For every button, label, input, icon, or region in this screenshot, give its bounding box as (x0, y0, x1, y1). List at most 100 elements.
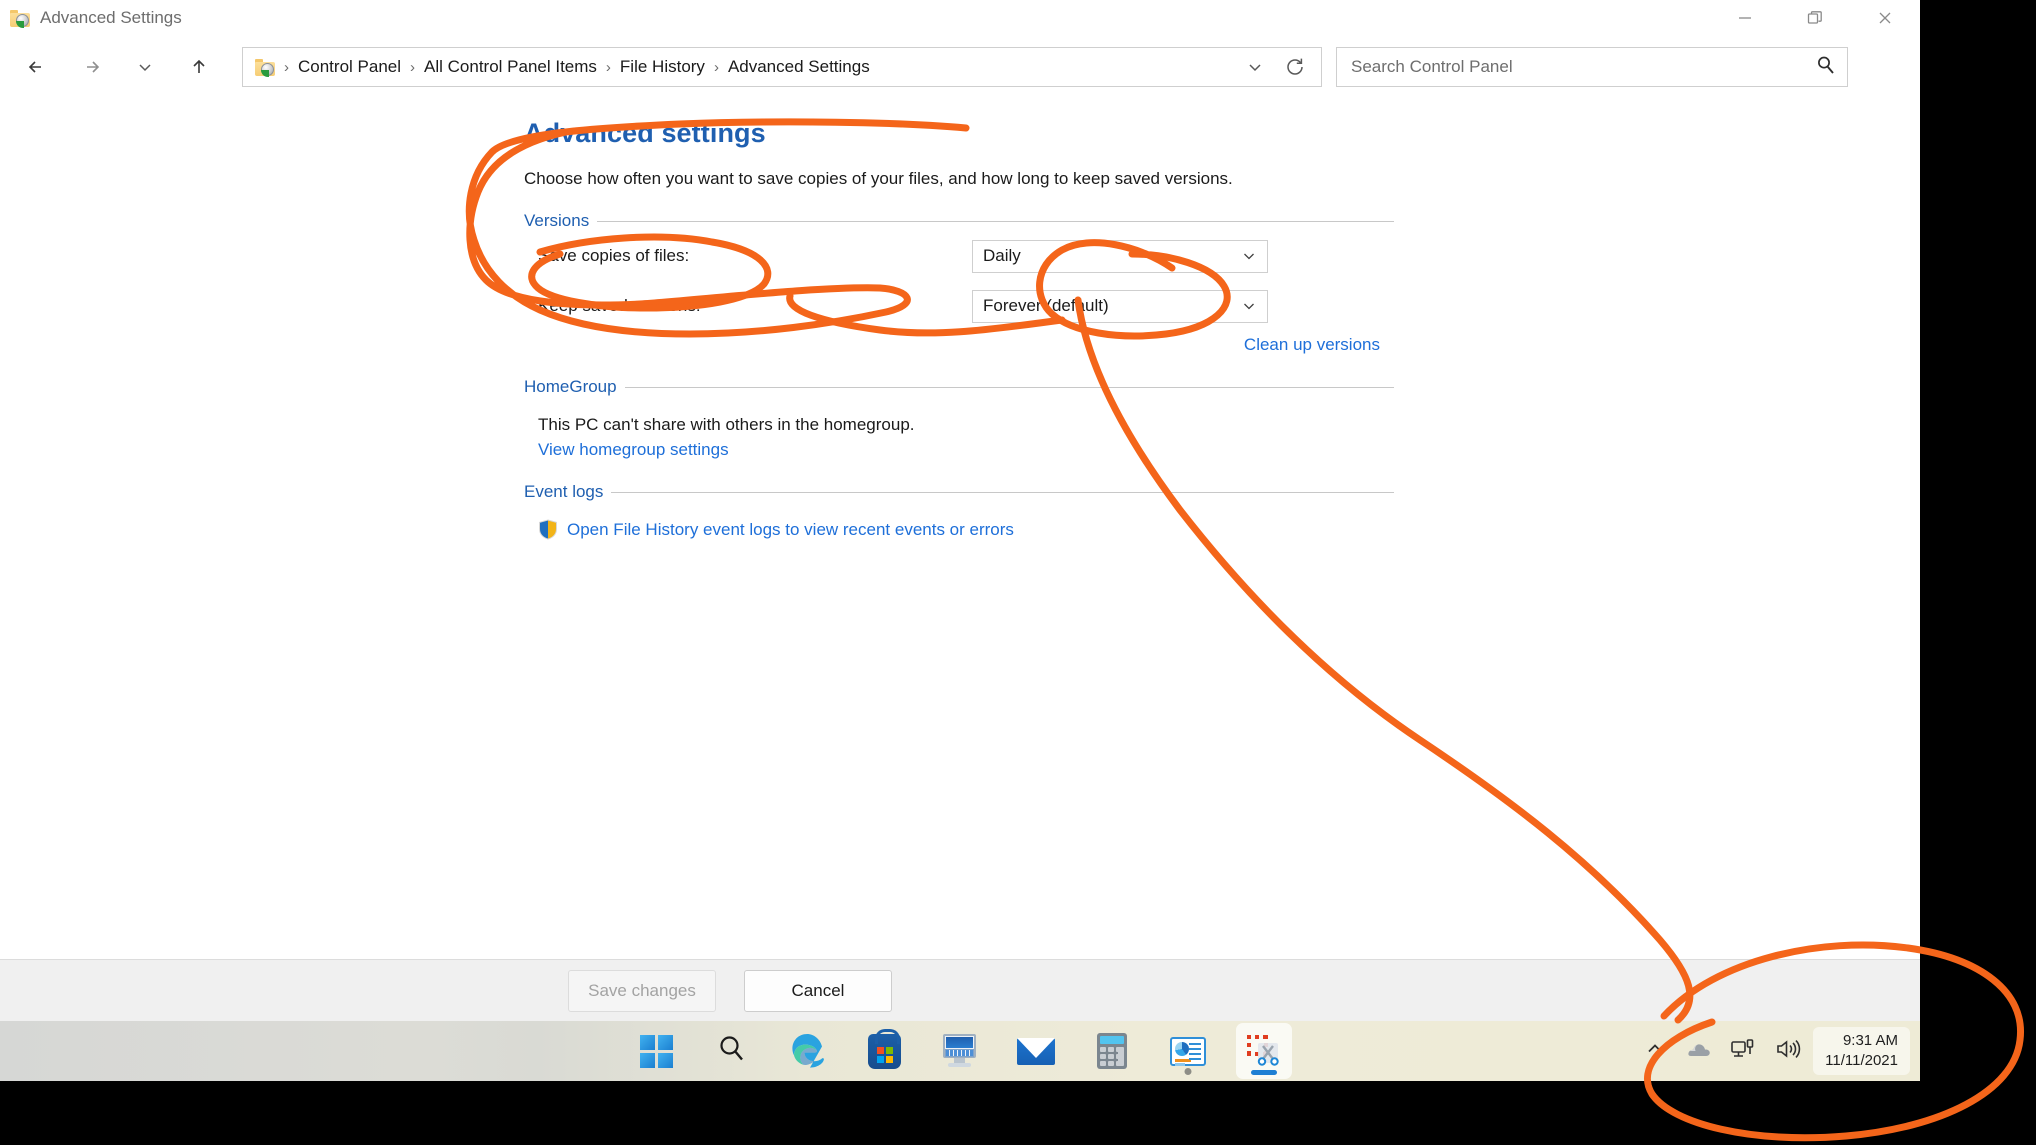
clock-date: 11/11/2021 (1825, 1052, 1898, 1069)
snipping-tool-icon (1246, 1033, 1282, 1069)
taskbar-item-snipping-tool[interactable] (1236, 1023, 1292, 1079)
navigation-toolbar: › Control Panel › All Control Panel Item… (0, 36, 1920, 98)
restore-icon (1807, 11, 1822, 24)
open-file-history-event-logs-link[interactable]: Open File History event logs to view rec… (567, 520, 1014, 540)
homegroup-group-label: HomeGroup (524, 377, 617, 396)
keep-saved-versions-value: Forever (default) (983, 296, 1109, 315)
chevron-down-icon (139, 64, 151, 72)
forward-arrow-icon (87, 61, 100, 73)
folder-settings-icon (255, 58, 276, 77)
close-icon (1879, 12, 1891, 24)
clean-up-versions-link[interactable]: Clean up versions (1244, 335, 1380, 355)
view-homegroup-settings-link[interactable]: View homegroup settings (538, 440, 729, 459)
chevron-down-icon (1249, 64, 1261, 72)
taskbar: 9:31 AM 11/11/2021 (0, 1021, 1920, 1081)
cleanup-versions-row: Clean up versions (524, 335, 1394, 355)
address-bar[interactable]: › Control Panel › All Control Panel Item… (242, 47, 1322, 87)
search-icon (715, 1032, 749, 1071)
keep-saved-versions-label: Keep saved versions: (538, 296, 701, 315)
breadcrumb-item-all-control-panel-items[interactable]: All Control Panel Items (417, 54, 604, 80)
minimize-icon (1739, 17, 1751, 19)
edge-browser-icon (789, 1030, 827, 1073)
breadcrumb-separator: › (284, 58, 289, 76)
taskbar-item-remote-desktop[interactable] (932, 1023, 988, 1079)
previous-locations-button[interactable] (1235, 49, 1275, 85)
window-titlebar[interactable]: Advanced Settings (0, 0, 1920, 36)
refresh-button[interactable] (1275, 49, 1315, 85)
versions-group: Versions Save copies of files: Daily Kee… (524, 211, 1394, 355)
remote-desktop-icon (941, 1034, 979, 1068)
taskbar-item-search[interactable] (704, 1023, 760, 1079)
taskbar-item-dashboard[interactable] (1160, 1023, 1216, 1079)
keep-saved-versions-dropdown[interactable]: Forever (default) (972, 289, 1268, 323)
recent-locations-button[interactable] (124, 46, 166, 88)
search-icon[interactable] (1815, 54, 1837, 81)
back-button[interactable] (16, 46, 58, 88)
page-title: Advanced settings (524, 118, 766, 148)
advanced-settings-window: Advanced Settings › Control Panel › All … (0, 0, 1920, 1021)
breadcrumb-separator: › (410, 58, 416, 76)
running-indicator (1184, 1068, 1192, 1075)
group-divider (597, 220, 1394, 222)
save-copies-label: Save copies of files: (538, 246, 690, 265)
minimize-button[interactable] (1710, 0, 1780, 36)
up-arrow-icon (193, 59, 205, 73)
window-title: Advanced Settings (40, 8, 182, 27)
window-title-group: Advanced Settings (10, 0, 182, 36)
chevron-down-icon (1241, 298, 1257, 314)
taskbar-item-calculator[interactable] (1084, 1023, 1140, 1079)
taskbar-clock[interactable]: 9:31 AM 11/11/2021 (1813, 1027, 1910, 1075)
search-input[interactable] (1351, 57, 1815, 77)
cancel-button[interactable]: Cancel (744, 969, 892, 1012)
breadcrumb: › Control Panel › All Control Panel Item… (255, 54, 1235, 80)
event-logs-link-row: Open File History event logs to view rec… (524, 519, 1394, 540)
page-description: Choose how often you want to save copies… (524, 169, 1233, 188)
tray-volume-button[interactable] (1767, 1029, 1809, 1073)
content-area: Advanced settings Choose how often you w… (0, 98, 1920, 959)
search-box[interactable] (1336, 47, 1848, 87)
taskbar-apps (0, 1021, 1920, 1081)
up-button[interactable] (178, 46, 220, 88)
taskbar-item-start[interactable] (628, 1023, 684, 1079)
advanced-settings-panel: Advanced settings Choose how often you w… (524, 98, 1394, 540)
homegroup-status-text: This PC can't share with others in the h… (538, 415, 915, 434)
homegroup-link-row: View homegroup settings (524, 440, 1394, 460)
group-divider (624, 386, 1394, 388)
taskbar-item-store[interactable] (856, 1023, 912, 1079)
shield-icon (538, 519, 558, 540)
taskbar-item-mail[interactable] (1008, 1023, 1064, 1079)
active-indicator (1251, 1070, 1277, 1075)
window-controls (1710, 0, 1920, 36)
refresh-icon (1287, 58, 1303, 75)
tray-overflow-button[interactable] (1637, 1029, 1673, 1073)
chevron-up-icon (1644, 1038, 1666, 1065)
save-copies-row: Save copies of files: Daily (524, 231, 1394, 281)
back-arrow-icon (28, 61, 41, 73)
chevron-down-icon (1241, 248, 1257, 264)
event-logs-group: Event logs Open File History event logs … (524, 482, 1394, 540)
versions-group-header: Versions (524, 211, 1394, 231)
tray-onedrive-button[interactable] (1677, 1029, 1719, 1073)
windows-logo-icon (639, 1034, 673, 1068)
forward-button[interactable] (70, 46, 112, 88)
maximize-button[interactable] (1780, 0, 1850, 36)
dashboard-chart-icon (1170, 1036, 1206, 1066)
cloud-icon (1684, 1038, 1712, 1065)
breadcrumb-item-file-history[interactable]: File History (613, 54, 712, 80)
homegroup-group-header: HomeGroup (524, 377, 1394, 397)
taskbar-item-edge[interactable] (780, 1023, 836, 1079)
breadcrumb-item-control-panel[interactable]: Control Panel (291, 54, 408, 80)
clock-time: 9:31 AM (1842, 1031, 1898, 1049)
save-changes-button[interactable]: Save changes (568, 969, 716, 1012)
tray-network-button[interactable] (1723, 1029, 1763, 1073)
close-button[interactable] (1850, 0, 1920, 36)
versions-group-label: Versions (524, 211, 590, 230)
dialog-footer: Save changes Cancel (0, 959, 1920, 1021)
breadcrumb-separator: › (605, 58, 611, 76)
event-logs-group-header: Event logs (524, 482, 1394, 502)
group-divider (611, 491, 1394, 493)
breadcrumb-item-advanced-settings[interactable]: Advanced Settings (721, 54, 877, 80)
screen: Advanced Settings › Control Panel › All … (0, 0, 2036, 1145)
save-copies-of-files-dropdown[interactable]: Daily (972, 239, 1268, 273)
folder-settings-icon (10, 9, 31, 28)
